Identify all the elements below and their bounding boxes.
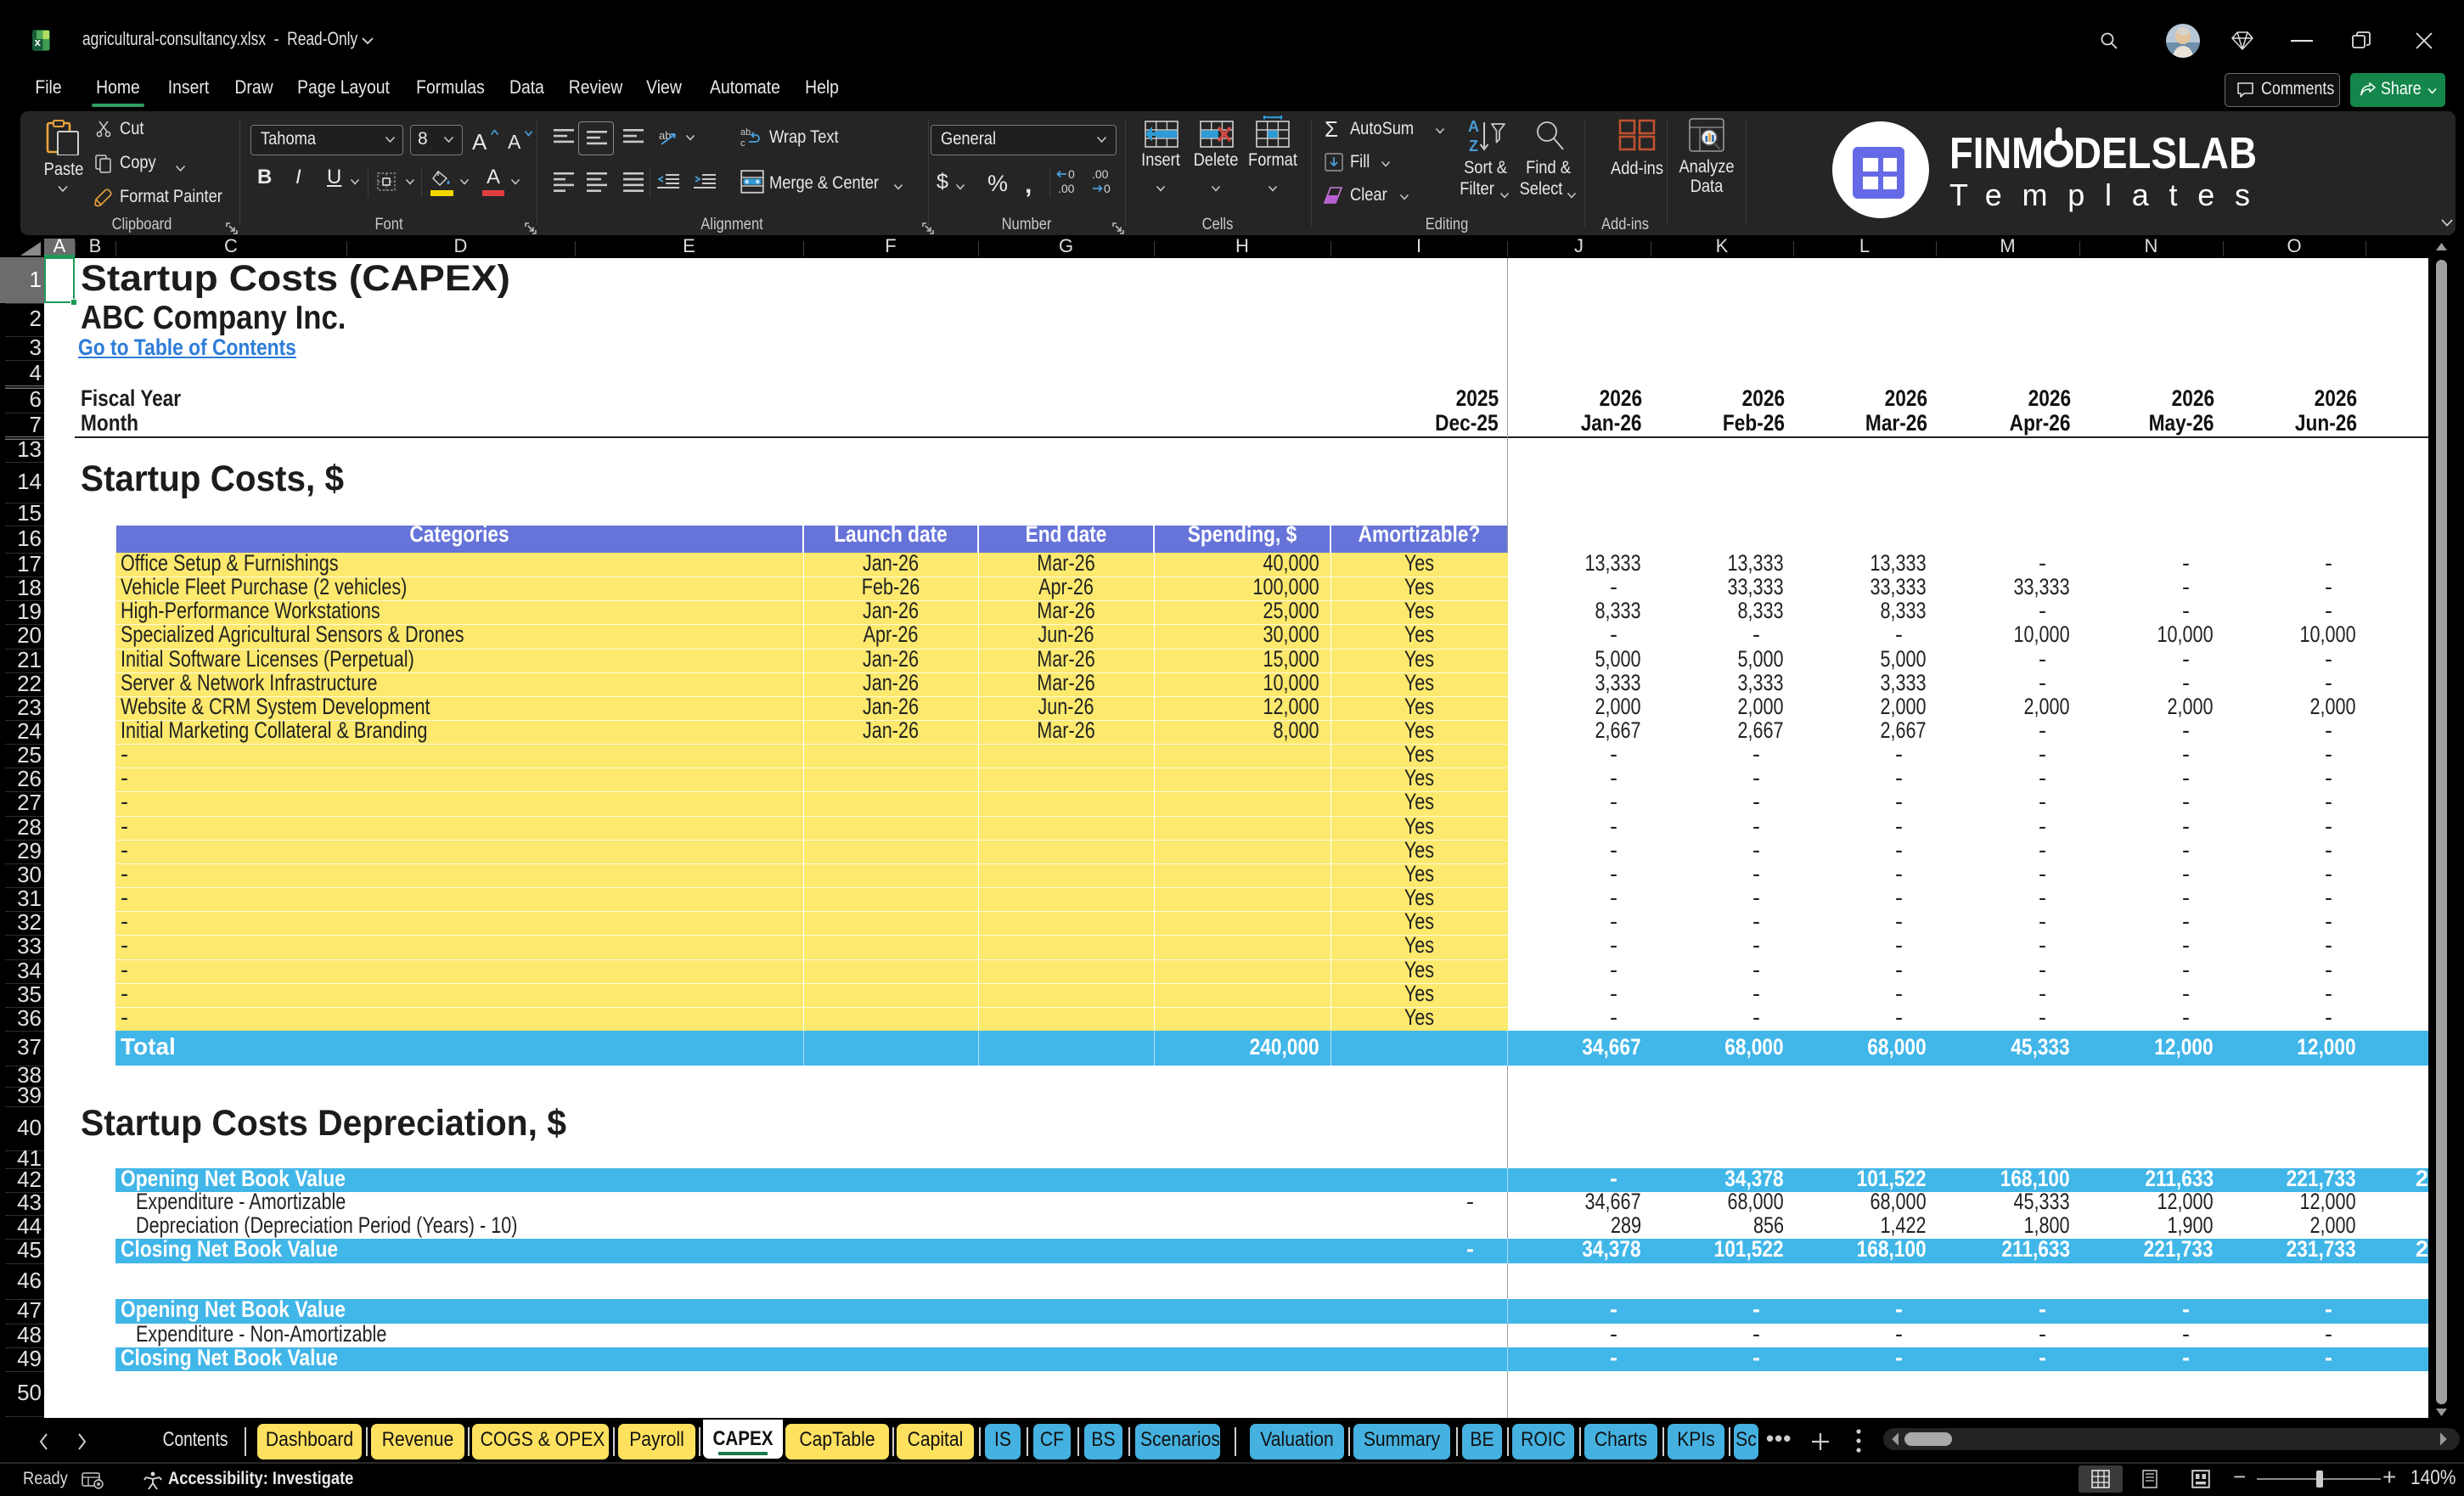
svg-text:.00: .00 xyxy=(1058,182,1075,195)
svg-text:FINM: FINM xyxy=(1949,129,2044,178)
svg-text:0: 0 xyxy=(1104,182,1111,195)
svg-text:A: A xyxy=(1468,118,1479,135)
svg-text:0: 0 xyxy=(1068,167,1075,181)
svg-text:x: x xyxy=(35,36,42,48)
svg-text:.00: .00 xyxy=(1092,167,1109,181)
svg-text:ab: ab xyxy=(740,127,751,138)
svg-text:Templates: Templates xyxy=(1949,177,2250,212)
svg-text:Z: Z xyxy=(1469,138,1478,155)
svg-text:ab: ab xyxy=(659,129,671,142)
svg-text:DELSLAB: DELSLAB xyxy=(2073,129,2257,178)
svg-text:c: c xyxy=(740,138,745,148)
